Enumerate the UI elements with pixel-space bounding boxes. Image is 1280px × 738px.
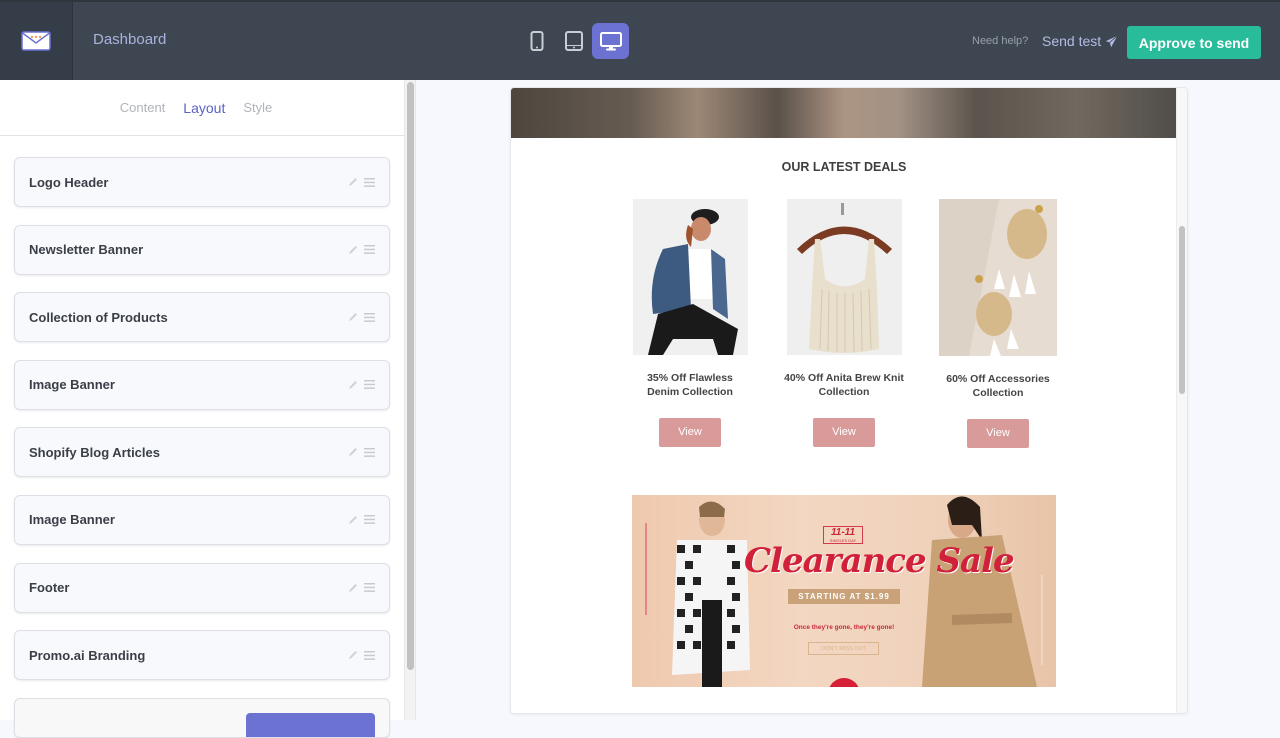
block-promo-branding[interactable]: Promo.ai Branding [14, 630, 390, 681]
device-toggle [518, 23, 629, 59]
drag-handle-icon[interactable] [364, 650, 375, 660]
drag-handle-icon[interactable] [364, 177, 375, 187]
sidebar-scrollbar-thumb[interactable] [407, 82, 414, 670]
view-button[interactable]: View [967, 419, 1029, 448]
drag-handle-icon[interactable] [364, 515, 375, 525]
banner-cta[interactable]: DON'T MISS OUT [808, 642, 879, 655]
pencil-icon[interactable] [348, 515, 358, 525]
block-label: Image Banner [29, 377, 115, 393]
tab-layout[interactable]: Layout [183, 100, 225, 116]
block-label: Image Banner [29, 512, 115, 528]
block-label: Shopify Blog Articles [29, 444, 160, 460]
approve-to-send-button[interactable]: Approve to send [1127, 26, 1261, 59]
block-collection-of-products[interactable]: Collection of Products [14, 292, 390, 343]
pencil-icon[interactable] [348, 177, 358, 187]
product-card: 60% Off Accessories Collection View [923, 199, 1073, 448]
drag-handle-icon[interactable] [364, 447, 375, 457]
product-name: 35% Off Flawless Denim Collection [647, 372, 733, 398]
block-logo-header[interactable]: Logo Header [14, 157, 390, 207]
email-preview: OUR LATEST DEALS 35% Off Flawless Denim … [510, 87, 1188, 714]
block-image-banner[interactable]: Image Banner [14, 359, 390, 410]
section-title: OUR LATEST DEALS [781, 160, 907, 174]
drag-handle-icon[interactable] [364, 312, 375, 322]
paper-plane-icon [1105, 35, 1118, 47]
layout-sidebar: Content Layout Style Logo Header Newslet… [0, 80, 404, 738]
drag-handle-icon[interactable] [364, 380, 375, 390]
pencil-icon[interactable] [348, 380, 358, 390]
tablet-icon [564, 31, 583, 51]
tab-content[interactable]: Content [120, 100, 166, 115]
device-tablet-button[interactable] [555, 23, 592, 59]
pencil-icon[interactable] [348, 245, 358, 255]
view-button[interactable]: View [659, 418, 721, 447]
help-link[interactable]: Need help? [972, 35, 1028, 47]
mobile-icon [530, 31, 543, 51]
product-image[interactable] [786, 199, 902, 355]
drag-handle-icon[interactable] [364, 245, 375, 254]
block-shopify-blog-articles[interactable]: Shopify Blog Articles [14, 427, 390, 478]
product-card: 35% Off Flawless Denim Collection View [615, 199, 765, 447]
send-test-button[interactable]: Send test [1042, 33, 1118, 49]
device-desktop-button[interactable] [592, 23, 629, 59]
preview-scrollbar[interactable] [1176, 88, 1187, 713]
sidebar-tabs: Content Layout Style [0, 80, 404, 136]
block-label: Newsletter Banner [29, 242, 144, 258]
banner-price-strip: STARTING AT $1.99 [788, 589, 900, 604]
device-mobile-button[interactable] [518, 23, 555, 59]
sidebar-scrollbar[interactable] [404, 80, 416, 720]
block-footer[interactable]: Footer [14, 562, 390, 613]
add-block-button[interactable] [246, 712, 375, 737]
view-button[interactable]: View [813, 418, 875, 447]
send-test-label: Send test [1042, 33, 1102, 49]
banner-headline: Clearance Sale [744, 541, 1015, 581]
envelope-icon [21, 31, 51, 51]
clearance-sale-banner[interactable]: 11-11 SINGLES DAY Clearance Sale STARTIN… [632, 495, 1056, 687]
block-label: Logo Header [29, 174, 109, 190]
block-list: Logo Header Newsletter Banner Collection… [0, 136, 404, 738]
product-image[interactable] [939, 199, 1057, 356]
block-label: Footer [29, 580, 70, 596]
drag-handle-icon[interactable] [364, 583, 375, 592]
dashboard-link[interactable]: Dashboard [93, 31, 166, 48]
pencil-icon[interactable] [348, 447, 358, 457]
block-newsletter-banner[interactable]: Newsletter Banner [14, 224, 390, 275]
desktop-icon [599, 31, 622, 50]
pencil-icon[interactable] [348, 312, 358, 322]
product-image[interactable] [632, 199, 748, 355]
add-block-card [14, 697, 390, 738]
banner-tagline: Once they're gone, they're gone! [793, 624, 895, 631]
preview-scrollbar-thumb[interactable] [1179, 226, 1185, 394]
pencil-icon[interactable] [348, 650, 358, 660]
block-label: Collection of Products [29, 309, 168, 325]
block-image-banner-2[interactable]: Image Banner [14, 494, 390, 545]
top-bar: Dashboard Need help? Send test Approve t… [0, 0, 1280, 80]
hero-image [511, 88, 1177, 138]
product-name: 40% Off Anita Brew Knit Collection [784, 372, 904, 398]
logo[interactable] [0, 2, 73, 80]
pencil-icon[interactable] [348, 583, 358, 593]
product-name: 60% Off Accessories Collection [946, 373, 1050, 399]
block-label: Promo.ai Branding [29, 647, 146, 663]
product-card: 40% Off Anita Brew Knit Collection View [769, 199, 919, 447]
tab-style[interactable]: Style [243, 100, 272, 115]
